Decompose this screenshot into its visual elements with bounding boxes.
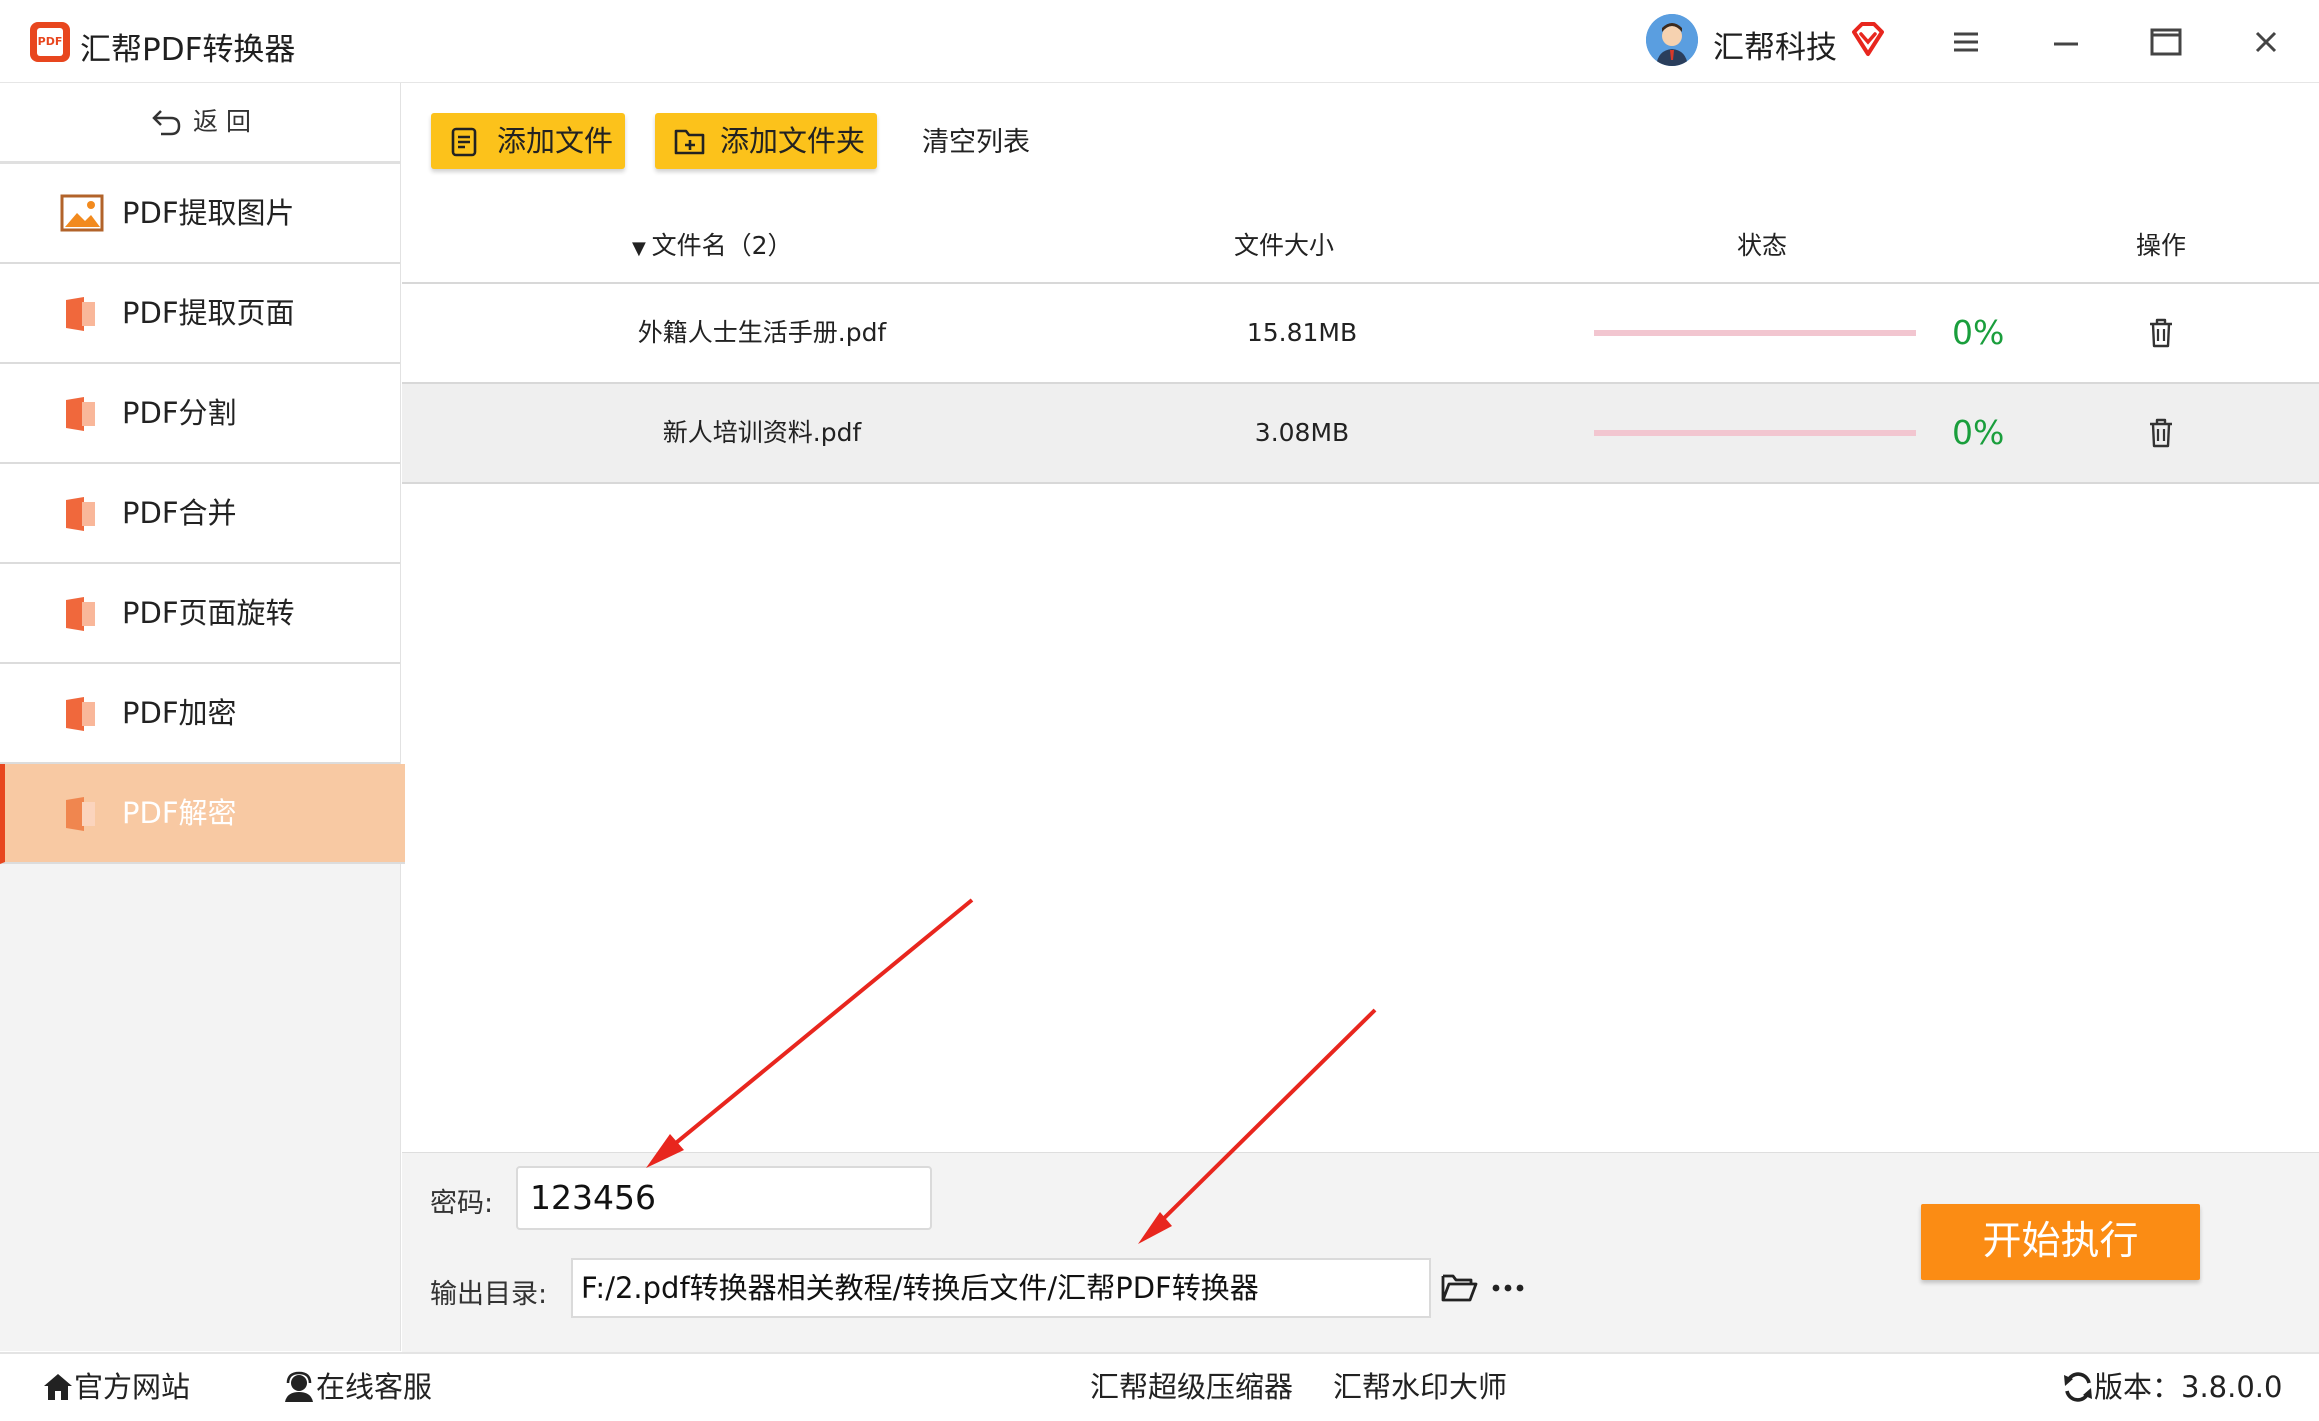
sidebar-item-encrypt[interactable]: PDF加密 — [0, 664, 400, 764]
sidebar-item-label: PDF解密 — [122, 796, 237, 830]
open-folder-icon[interactable] — [1440, 1270, 1478, 1304]
app-logo: PDF — [30, 22, 70, 62]
online-support-label: 在线客服 — [316, 1370, 433, 1404]
version-info[interactable]: 版本：3.8.0.0 — [2062, 1354, 2282, 1421]
clear-list-button[interactable]: 清空列表 — [922, 120, 1030, 159]
menu-icon[interactable] — [1946, 22, 1986, 62]
file-name: 外籍人士生活手册.pdf — [637, 318, 887, 347]
app-logo-text: PDF — [37, 28, 63, 56]
watermark-link[interactable]: 汇帮水印大师 — [1333, 1354, 1507, 1421]
file-size: 3.08MB — [1254, 418, 1350, 447]
sort-name-header[interactable]: ▼ 文件名（2） — [632, 210, 792, 285]
sidebar-item-rotate[interactable]: PDF页面旋转 — [0, 564, 400, 664]
home-icon — [44, 1374, 72, 1400]
progress-bar — [1594, 330, 1916, 336]
add-file-button[interactable]: 添加文件 — [431, 113, 625, 169]
footer: 官方网站 在线客服 汇帮超级压缩器 汇帮水印大师 版本：3.8.0.0 — [0, 1352, 2319, 1421]
back-arrow-icon — [152, 110, 181, 136]
delete-icon[interactable] — [2144, 316, 2178, 350]
password-input[interactable]: 123456 — [516, 1166, 932, 1230]
image-icon — [60, 194, 104, 232]
pdf-file-icon — [62, 496, 98, 532]
minimize-icon[interactable] — [2046, 22, 2086, 62]
sidebar-item-merge[interactable]: PDF合并 — [0, 464, 400, 564]
back-label: 返 回 — [193, 107, 251, 136]
sidebar-item-label: PDF提取页面 — [122, 296, 295, 330]
title-bar: PDF 汇帮PDF转换器 汇帮科技 — [0, 0, 2319, 83]
progress-percent: 0% — [1952, 313, 2005, 352]
sidebar-item-label: PDF页面旋转 — [122, 596, 295, 630]
support-agent-icon — [285, 1371, 313, 1402]
progress-bar — [1594, 430, 1916, 436]
sort-desc-icon: ▼ — [632, 238, 652, 259]
maximize-icon[interactable] — [2146, 22, 2186, 62]
action-header: 操作 — [2136, 231, 2187, 260]
table-row[interactable]: 外籍人士生活手册.pdf 15.81MB 0% — [402, 284, 2319, 384]
official-website-label: 官方网站 — [74, 1370, 191, 1404]
annotation-arrow — [658, 898, 974, 1158]
app-title: 汇帮PDF转换器 — [80, 32, 296, 68]
avatar[interactable] — [1646, 14, 1698, 66]
vip-diamond-icon[interactable] — [1848, 20, 1888, 60]
close-icon[interactable] — [2246, 22, 2286, 62]
sidebar: 返 回 PDF提取图片 PDF提取页面 PDF分割 PDF合并 PDF页面旋转 … — [0, 83, 405, 1351]
refresh-icon — [2064, 1372, 2092, 1402]
account-name[interactable]: 汇帮科技 — [1713, 22, 1837, 67]
output-dir-label: 输出目录: — [430, 1279, 548, 1310]
file-name: 新人培训资料.pdf — [662, 418, 862, 447]
add-folder-icon — [674, 129, 705, 155]
add-folder-button[interactable]: 添加文件夹 — [655, 113, 877, 169]
file-size: 15.81MB — [1246, 318, 1358, 347]
file-table-header: ▼ 文件名（2） 文件大小 状态 操作 — [402, 210, 2319, 284]
start-button[interactable]: 开始执行 — [1921, 1204, 2200, 1280]
sidebar-item-label: PDF分割 — [122, 396, 237, 430]
status-header: 状态 — [1737, 231, 1788, 260]
more-options-icon[interactable] — [1490, 1270, 1526, 1306]
add-folder-label: 添加文件夹 — [720, 124, 866, 158]
version-label: 版本：3.8.0.0 — [2094, 1370, 2283, 1404]
pdf-file-icon — [62, 696, 98, 732]
name-header-label: 文件名（2） — [651, 231, 793, 260]
sidebar-item-split[interactable]: PDF分割 — [0, 364, 400, 464]
size-header: 文件大小 — [1234, 231, 1335, 260]
pdf-file-icon — [62, 396, 98, 432]
progress-percent: 0% — [1952, 413, 2005, 452]
compressor-link[interactable]: 汇帮超级压缩器 — [1090, 1354, 1293, 1421]
pdf-file-icon — [62, 596, 98, 632]
sidebar-item-label: PDF提取图片 — [122, 196, 295, 230]
password-label: 密码: — [430, 1188, 494, 1219]
delete-icon[interactable] — [2144, 416, 2178, 450]
output-dir-input[interactable]: F:/2.pdf转换器相关教程/转换后文件/汇帮PDF转换器 — [571, 1258, 1431, 1318]
back-button[interactable]: 返 回 — [0, 83, 400, 164]
pdf-file-icon — [62, 296, 98, 332]
table-row[interactable]: 新人培训资料.pdf 3.08MB 0% — [402, 384, 2319, 484]
sidebar-item-label: PDF加密 — [122, 696, 237, 730]
sidebar-item-extract-images[interactable]: PDF提取图片 — [0, 164, 400, 264]
add-file-label: 添加文件 — [497, 124, 614, 158]
official-website-link[interactable]: 官方网站 — [42, 1354, 190, 1421]
add-file-icon — [451, 127, 477, 157]
pdf-file-icon — [62, 796, 98, 832]
sidebar-item-extract-pages[interactable]: PDF提取页面 — [0, 264, 400, 364]
sidebar-item-label: PDF合并 — [122, 496, 237, 530]
sidebar-item-decrypt[interactable]: PDF解密 — [0, 764, 405, 864]
online-support-link[interactable]: 在线客服 — [282, 1354, 432, 1421]
